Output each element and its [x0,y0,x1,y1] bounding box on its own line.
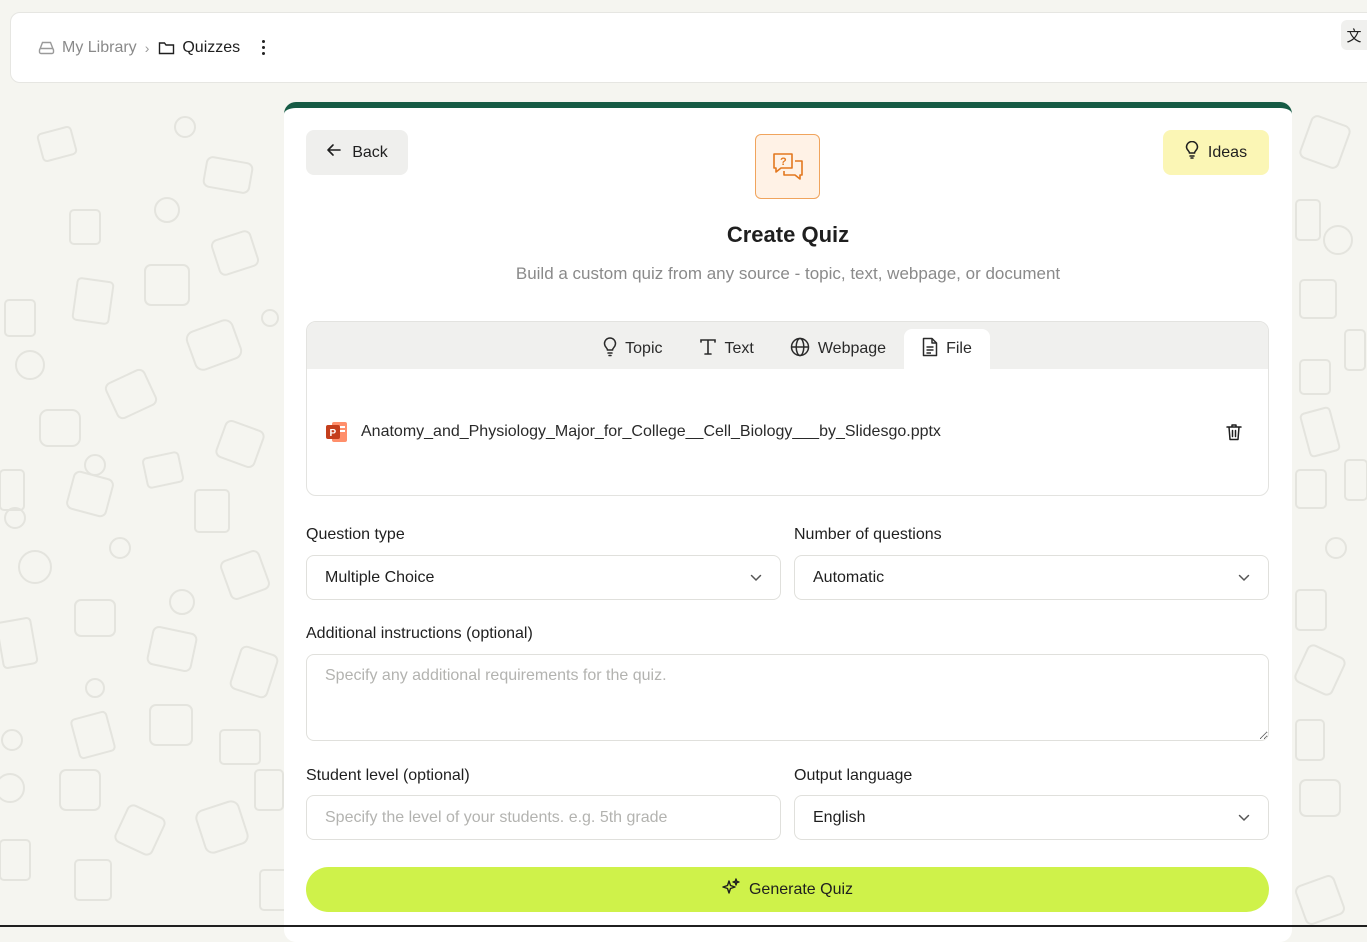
student-level-label: Student level (optional) [306,767,470,784]
instructions-label: Additional instructions (optional) [306,625,533,642]
output-language-select[interactable]: English [794,795,1269,840]
text-icon [699,338,717,361]
sparkles-icon [722,878,740,901]
question-type-value: Multiple Choice [325,568,435,586]
svg-text:?: ? [780,156,787,168]
powerpoint-icon: P [325,420,349,444]
more-options-icon[interactable] [258,38,268,58]
back-button[interactable]: Back [306,130,408,175]
tab-topic[interactable]: Topic [585,329,680,369]
number-of-questions-value: Automatic [813,568,885,586]
breadcrumb: My Library › Quizzes [37,38,268,58]
breadcrumb-separator: › [144,39,150,56]
output-language-label: Output language [794,767,913,784]
question-type-label: Question type [306,526,405,543]
globe-icon [790,337,810,362]
ideas-label: Ideas [1207,143,1248,161]
source-panel: Topic Text Webpage File P Anatomy_and_Ph… [306,321,1269,496]
top-bar: My Library › Quizzes [10,12,1367,83]
tab-file-label: File [946,340,972,357]
instructions-textarea[interactable] [306,654,1269,741]
breadcrumb-my-library[interactable]: My Library [62,39,137,57]
arrow-left-icon [326,142,342,163]
student-level-input[interactable] [306,795,781,840]
ideas-button[interactable]: Ideas [1163,130,1269,175]
number-of-questions-select[interactable]: Automatic [794,555,1269,600]
lightbulb-icon [603,336,617,362]
folder-icon [157,39,175,57]
chevron-down-icon [1238,809,1250,827]
tab-webpage[interactable]: Webpage [772,329,904,369]
trash-icon[interactable] [1224,422,1244,442]
output-language-value: English [813,808,866,826]
question-type-select[interactable]: Multiple Choice [306,555,781,600]
source-tabs: Topic Text Webpage File [307,322,1268,369]
breadcrumb-quizzes[interactable]: Quizzes [182,39,240,57]
tab-text-label: Text [724,340,754,357]
chevron-down-icon [1238,569,1250,587]
file-icon [922,337,938,362]
generate-quiz-label: Generate Quiz [748,880,854,898]
lightbulb-icon [1185,140,1199,164]
tab-topic-label: Topic [625,340,663,357]
translate-icon[interactable]: 文 [1341,20,1367,50]
page-title: Create Quiz [726,222,850,247]
number-of-questions-label: Number of questions [794,526,942,543]
tab-webpage-label: Webpage [817,340,887,357]
create-quiz-card: Back ? Ideas Create Quiz Build a custom … [284,102,1292,942]
generate-quiz-button[interactable]: Generate Quiz [306,867,1269,912]
back-label: Back [352,143,388,161]
page-subtitle: Build a custom quiz from any source - to… [515,264,1061,283]
drive-icon [37,39,55,57]
uploaded-file-row: P Anatomy_and_Physiology_Major_for_Colle… [325,419,1244,445]
uploaded-file-name: Anatomy_and_Physiology_Major_for_College… [361,423,941,440]
chevron-down-icon [750,569,762,587]
tab-text[interactable]: Text [681,329,772,369]
svg-text:P: P [330,428,337,439]
tab-file[interactable]: File [904,329,990,369]
quiz-chat-icon: ? [755,134,820,199]
